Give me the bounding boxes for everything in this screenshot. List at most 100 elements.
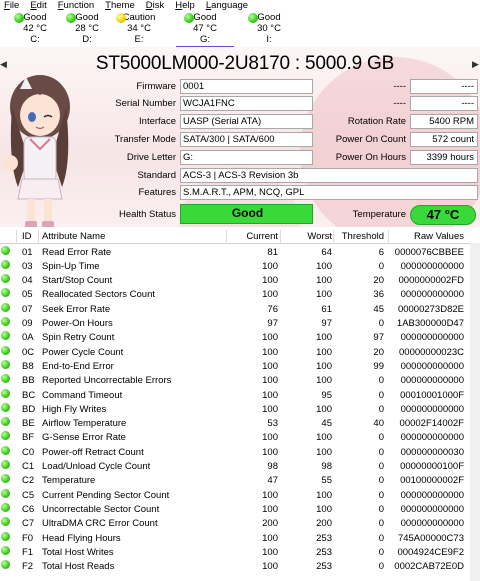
disk-button-d[interactable]: Good 28 °C D: (58, 12, 106, 45)
attribute-current: 100 (262, 289, 278, 301)
attribute-id: 07 (22, 303, 33, 315)
table-row[interactable]: BF G-Sense Error Rate 100 100 0 000000000000 (0, 431, 480, 445)
attribute-id: C2 (22, 475, 35, 487)
attribute-worst: 100 (316, 489, 332, 501)
table-row[interactable]: C2 Temperature 47 55 0 00100000002F (0, 474, 480, 488)
table-row[interactable]: C5 Current Pending Sector Count 100 100 0 000… (0, 488, 480, 503)
attribute-raw-value: 00100000002F (400, 475, 464, 487)
attribute-name: Start/Stop Count (42, 275, 113, 287)
table-row[interactable]: C6 Uncorrectable Sector Count 100 100 0 00000… (0, 502, 480, 517)
table-row[interactable]: 01 Read Error Rate 81 64 6 0000076CBBEE (0, 245, 480, 260)
column-header-id[interactable]: ID (22, 230, 32, 244)
disk-button-e[interactable]: Caution 34 °C E: (110, 12, 158, 45)
table-row[interactable]: 0C Power Cycle Count 100 100 20 00000000023C (0, 345, 480, 360)
rotation-rate-value: 5400 RPM (410, 114, 478, 129)
table-row[interactable]: 0A Spin Retry Count 100 100 97 000000000000 (0, 331, 480, 345)
table-row[interactable]: F1 Total Host Writes 100 253 0 0004924CE9F2 (0, 545, 480, 560)
menu-file[interactable]: File (4, 0, 19, 11)
attribute-worst: 100 (316, 503, 332, 515)
menu-edit[interactable]: Edit (30, 0, 46, 11)
attribute-worst: 97 (321, 318, 332, 329)
table-row[interactable]: F0 Head Flying Hours 100 253 0 745A00000C73 (0, 531, 480, 546)
attribute-current: 81 (267, 246, 278, 258)
health-status-value[interactable]: Good (180, 204, 313, 224)
attribute-raw-value: 00000000100F (400, 461, 464, 472)
disk-button-i[interactable]: Good 30 °C I: (240, 12, 288, 45)
status-good-icon (1, 259, 10, 269)
table-scrollbar[interactable] (470, 243, 480, 581)
menu-disk[interactable]: Disk (146, 0, 165, 11)
disk-selector: Good 42 °C C: Good 28 °C D: Caution 34 °C E: Good… (0, 11, 480, 48)
column-header-current[interactable]: Current (246, 230, 278, 244)
attribute-id: F1 (22, 546, 34, 558)
attribute-threshold: 0 (378, 546, 384, 558)
attribute-threshold: 0 (378, 561, 384, 573)
interface-value: UASP (Serial ATA) (180, 114, 313, 129)
menu-theme[interactable]: Theme (105, 0, 135, 11)
table-row[interactable]: C1 Load/Unload Cycle Count 98 98 0 0000000010… (0, 460, 480, 474)
table-row[interactable]: C7 UltraDMA CRC Error Count 200 200 0 0000000… (0, 517, 480, 531)
table-row[interactable]: 03 Spin-Up Time 100 100 0 000000000000 (0, 259, 480, 274)
next-disk-icon[interactable]: ▶ (472, 57, 480, 71)
attribute-worst: 253 (316, 532, 332, 544)
menu-language[interactable]: Language (206, 0, 248, 11)
table-row[interactable]: BB Reported Uncorrectable Errors 100 100 0 00… (0, 374, 480, 388)
attribute-worst: 95 (321, 389, 332, 401)
attribute-id: 03 (22, 260, 33, 272)
attribute-id: 09 (22, 318, 33, 329)
attribute-name: Airflow Temperature (42, 418, 127, 430)
table-row[interactable]: BE Airflow Temperature 53 45 40 00002F14002F (0, 417, 480, 431)
attribute-name: Total Host Writes (42, 546, 114, 558)
attribute-worst: 100 (316, 360, 332, 372)
menu-help[interactable]: Help (175, 0, 195, 11)
table-row[interactable]: BC Command Timeout 100 95 0 00010001000F (0, 388, 480, 403)
attribute-threshold: 0 (378, 518, 384, 530)
power-on-count-value: 572 count (410, 132, 478, 147)
disk-status-icon (248, 13, 258, 23)
table-row[interactable]: 09 Power-On Hours 97 97 0 1AB300000D47 (0, 317, 480, 331)
status-good-icon (1, 359, 10, 369)
menu-function[interactable]: Function (58, 0, 94, 11)
table-row[interactable]: C0 Power-off Retract Count 100 100 0 00000000… (0, 445, 480, 460)
attribute-raw-value: 000000000000 (400, 489, 464, 501)
attribute-raw-value: 0002CAB72E0D (394, 561, 464, 573)
attribute-worst: 100 (316, 260, 332, 272)
disk-letter: G: (199, 34, 211, 45)
serial-label: Serial Number (115, 98, 176, 109)
disk-status-icon (116, 13, 126, 23)
status-good-icon (1, 345, 10, 355)
table-row[interactable]: F2 Total Host Reads 100 253 0 0002CAB72E0D (0, 560, 480, 574)
attribute-name: Total Host Reads (42, 561, 115, 573)
attribute-name: Temperature (42, 475, 96, 487)
temperature-value[interactable]: 47 °C (410, 205, 476, 225)
table-row[interactable]: BD High Fly Writes 100 100 0 000000000000 (0, 402, 480, 417)
firmware-label: Firmware (136, 81, 176, 92)
disk-button-g[interactable]: Good 47 °C G: (176, 12, 234, 48)
attribute-worst: 253 (316, 561, 332, 573)
disk-temperature: 47 °C (193, 23, 217, 34)
right-top1-label: ---- (393, 81, 406, 92)
column-header-raw-values[interactable]: Raw Values (414, 230, 464, 244)
table-row[interactable]: 05 Reallocated Sectors Count 100 100 36 00000… (0, 288, 480, 302)
attribute-worst: 45 (321, 418, 332, 430)
status-good-icon (1, 502, 10, 512)
table-row[interactable]: 04 Start/Stop Count 100 100 20 0000000002FD (0, 274, 480, 288)
disk-button-c[interactable]: Good 42 °C C: (6, 12, 54, 45)
table-row[interactable]: B8 End-to-End Error 100 100 99 000000000000 (0, 359, 480, 374)
column-header-attribute-name[interactable]: Attribute Name (42, 230, 105, 244)
attribute-name: Power-On Hours (42, 318, 113, 329)
attribute-current: 98 (267, 461, 278, 472)
attribute-raw-value: 000000000000 (400, 360, 464, 372)
column-header-worst[interactable]: Worst (307, 230, 332, 244)
disk-letter: C: (30, 34, 40, 45)
attribute-id: 01 (22, 246, 33, 258)
attribute-id: C1 (22, 461, 35, 472)
table-row[interactable]: 07 Seek Error Rate 76 61 45 00000273D82E (0, 302, 480, 317)
attribute-threshold: 45 (373, 303, 384, 315)
previous-disk-icon[interactable]: ◀ (0, 57, 8, 71)
attribute-raw-value: 000000000030 (400, 446, 464, 458)
standard-label: Standard (137, 170, 176, 181)
attribute-threshold: 0 (378, 489, 384, 501)
attribute-current: 100 (262, 275, 278, 287)
column-header-threshold[interactable]: Threshold (342, 230, 384, 244)
